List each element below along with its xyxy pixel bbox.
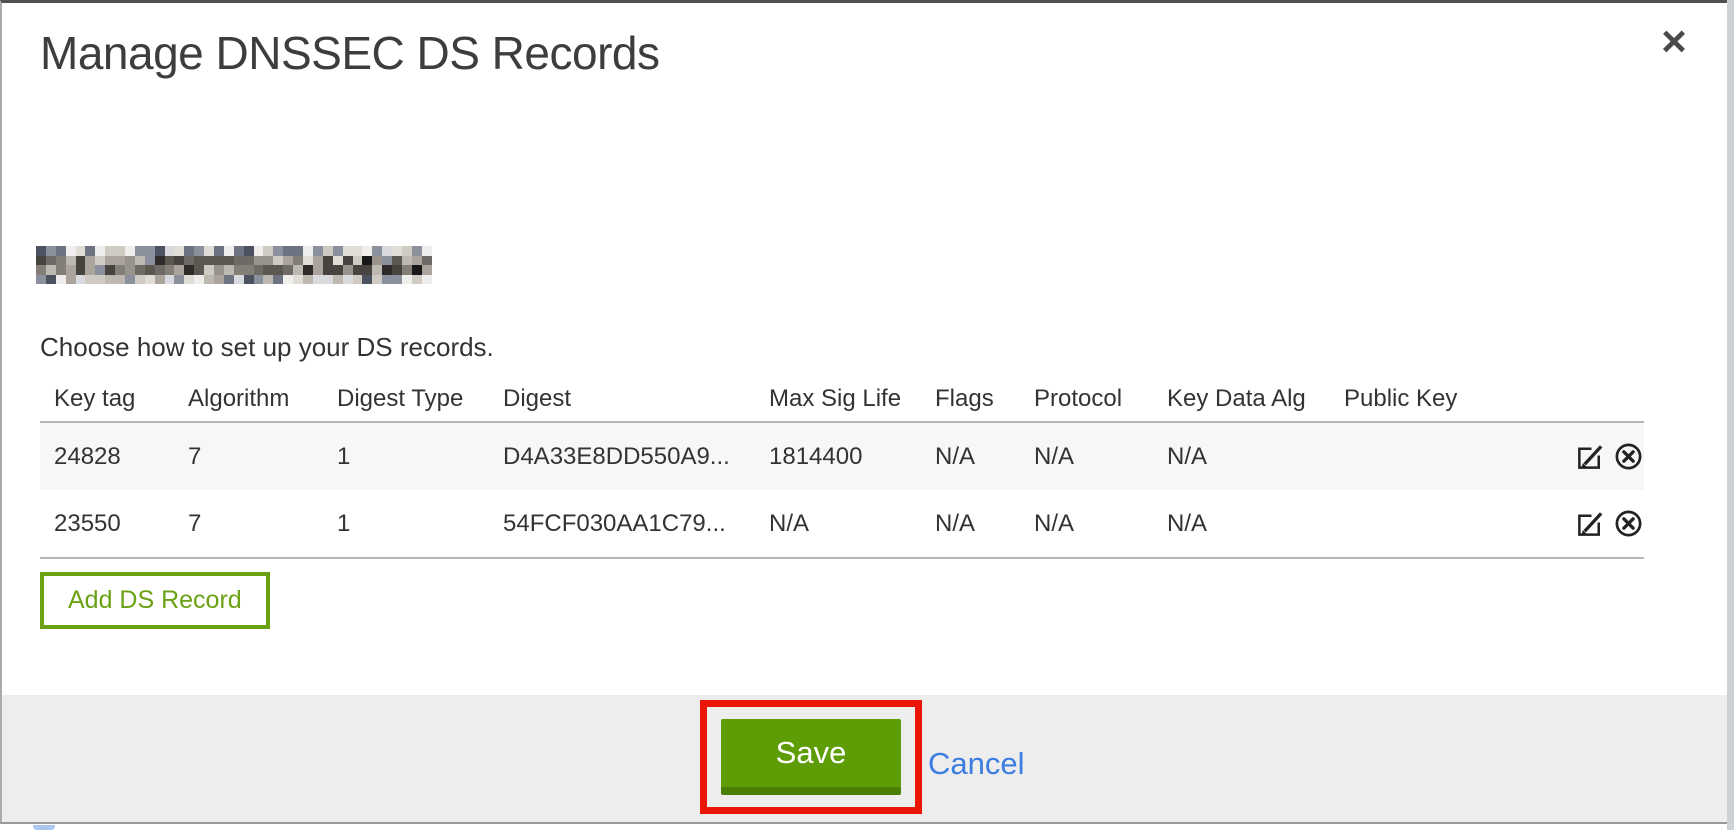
cell-algorithm: 7: [188, 490, 337, 558]
cell-key-tag: 24828: [40, 422, 188, 490]
col-header-key-data-alg: Key Data Alg: [1167, 376, 1344, 422]
close-icon: ×: [1661, 17, 1687, 66]
cell-max-sig-life: 1814400: [769, 422, 935, 490]
col-header-digest-type: Digest Type: [337, 376, 503, 422]
table-header-row: Key tag Algorithm Digest Type Digest Max…: [40, 376, 1644, 422]
edit-pencil-icon: [1575, 441, 1606, 472]
edit-record-button[interactable]: [1575, 441, 1606, 472]
cell-key-data-alg: N/A: [1167, 422, 1344, 490]
modal-title: Manage DNSSEC DS Records: [40, 26, 659, 80]
close-button[interactable]: ×: [1650, 16, 1698, 68]
cell-max-sig-life: N/A: [769, 490, 935, 558]
cell-flags: N/A: [935, 422, 1034, 490]
edit-pencil-icon: [1575, 508, 1606, 539]
save-annotation-box: Save: [700, 700, 922, 814]
cell-actions: [1520, 422, 1644, 490]
col-header-key-tag: Key tag: [40, 376, 188, 422]
cell-protocol: N/A: [1034, 490, 1167, 558]
col-header-algorithm: Algorithm: [188, 376, 337, 422]
cell-public-key: [1344, 490, 1520, 558]
col-header-max-sig-life: Max Sig Life: [769, 376, 935, 422]
col-header-protocol: Protocol: [1034, 376, 1167, 422]
delete-record-button[interactable]: [1613, 441, 1644, 472]
edit-record-button[interactable]: [1575, 508, 1606, 539]
cancel-link[interactable]: Cancel: [928, 746, 1025, 782]
page-scrollbar-track[interactable]: [1727, 0, 1734, 830]
table-row: 24828 7 1 D4A33E8DD550A9... 1814400 N/A …: [40, 422, 1644, 490]
cell-actions: [1520, 490, 1644, 558]
cell-key-tag: 23550: [40, 490, 188, 558]
cell-algorithm: 7: [188, 422, 337, 490]
save-button[interactable]: Save: [721, 719, 901, 795]
cell-digest: 54FCF030AA1C79...: [503, 490, 769, 558]
dnssec-modal: Manage DNSSEC DS Records × Choose how to…: [0, 0, 1734, 830]
cell-public-key: [1344, 422, 1520, 490]
redacted-domain-blur: [36, 246, 432, 284]
col-header-actions: [1520, 376, 1644, 422]
cell-protocol: N/A: [1034, 422, 1167, 490]
cell-flags: N/A: [935, 490, 1034, 558]
cell-digest: D4A33E8DD550A9...: [503, 422, 769, 490]
circle-x-icon: [1613, 508, 1644, 539]
cell-digest-type: 1: [337, 422, 503, 490]
col-header-flags: Flags: [935, 376, 1034, 422]
cell-digest-type: 1: [337, 490, 503, 558]
add-ds-record-button[interactable]: Add DS Record: [40, 572, 270, 629]
col-header-public-key: Public Key: [1344, 376, 1520, 422]
table-row: 23550 7 1 54FCF030AA1C79... N/A N/A N/A …: [40, 490, 1644, 558]
cell-key-data-alg: N/A: [1167, 490, 1344, 558]
ds-records-table: Key tag Algorithm Digest Type Digest Max…: [40, 376, 1644, 559]
instruction-text: Choose how to set up your DS records.: [40, 332, 494, 363]
circle-x-icon: [1613, 441, 1644, 472]
background-element: [33, 825, 55, 830]
delete-record-button[interactable]: [1613, 508, 1644, 539]
col-header-digest: Digest: [503, 376, 769, 422]
